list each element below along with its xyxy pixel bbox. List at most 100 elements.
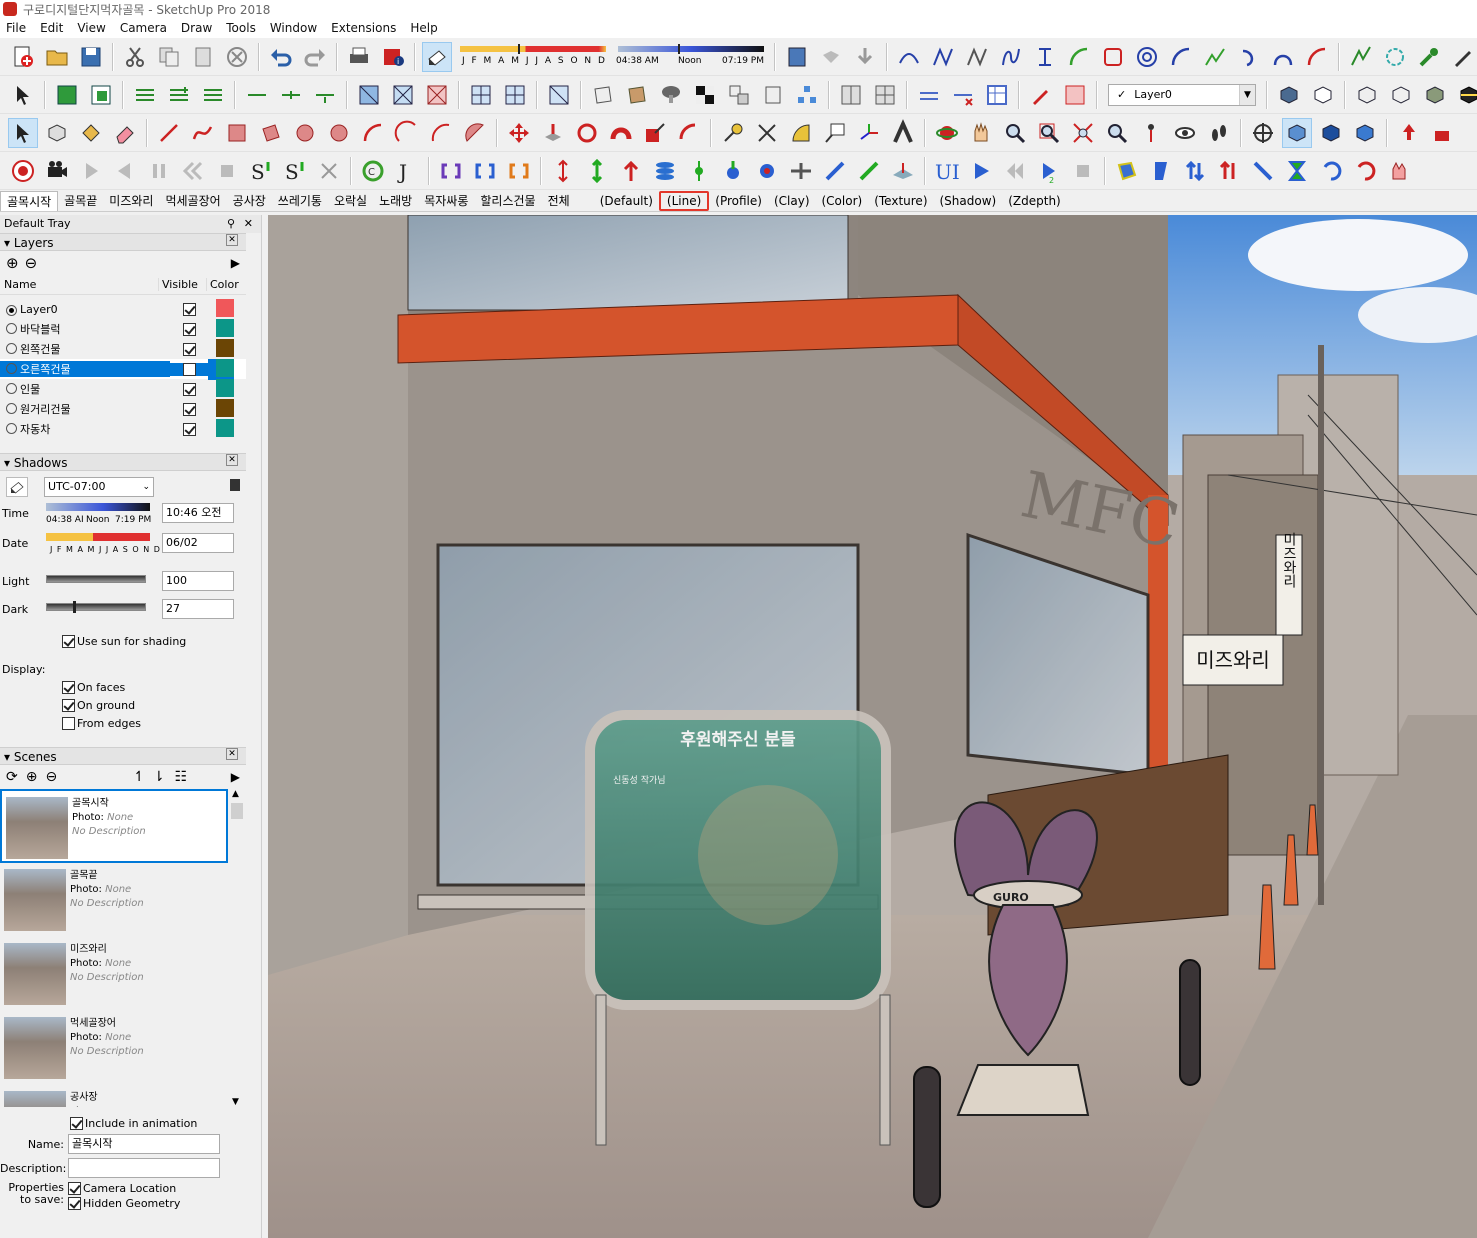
step-icon[interactable]: 2 bbox=[1034, 156, 1064, 186]
dim-2-icon[interactable] bbox=[948, 80, 978, 110]
tab-style-shadow[interactable]: (Shadow) bbox=[934, 191, 1003, 211]
pivot-icon[interactable] bbox=[684, 156, 714, 186]
layer-row[interactable]: Layer0 bbox=[0, 298, 246, 319]
pencil-red-icon[interactable] bbox=[1026, 80, 1056, 110]
wrench-icon[interactable] bbox=[1414, 42, 1444, 72]
rotate-tool-icon[interactable] bbox=[572, 118, 602, 148]
scene-list-item[interactable]: 골목끝 Photo: None No Description bbox=[0, 863, 228, 937]
curve-tool-2-icon[interactable] bbox=[928, 42, 958, 72]
explode-icon[interactable] bbox=[86, 80, 116, 110]
layer-visible-checkbox[interactable] bbox=[182, 322, 196, 336]
print-icon[interactable] bbox=[344, 42, 374, 72]
monochrome-icon[interactable] bbox=[1454, 80, 1477, 110]
move-down-icon[interactable]: ⇂ bbox=[153, 769, 165, 785]
close-icon[interactable]: ✕ bbox=[226, 234, 238, 246]
layer-name[interactable]: 원거리건물 bbox=[0, 401, 170, 417]
tag-yellow-icon[interactable] bbox=[1112, 156, 1142, 186]
protractor-icon[interactable] bbox=[786, 118, 816, 148]
link-orange-icon[interactable] bbox=[504, 156, 534, 186]
push-pull-icon[interactable] bbox=[538, 118, 568, 148]
eraser-icon[interactable] bbox=[110, 118, 140, 148]
rotate-red-icon[interactable] bbox=[1350, 156, 1380, 186]
scroll-down-icon[interactable]: ▼ bbox=[232, 1097, 239, 1107]
top-view-icon[interactable] bbox=[1308, 80, 1338, 110]
spiral-icon[interactable] bbox=[1132, 42, 1162, 72]
section-box-2-icon[interactable] bbox=[388, 80, 418, 110]
tab-scene-mokja[interactable]: 목자싸롱 bbox=[418, 191, 474, 211]
section-plane-icon[interactable] bbox=[1248, 118, 1278, 148]
active-layer-radio[interactable] bbox=[6, 343, 17, 354]
polygon-icon[interactable] bbox=[1380, 42, 1410, 72]
align-right-icon[interactable] bbox=[198, 80, 228, 110]
stop-gray-icon[interactable] bbox=[1068, 156, 1098, 186]
rewind-icon[interactable] bbox=[110, 156, 140, 186]
paint-bucket-icon[interactable] bbox=[76, 118, 106, 148]
s-up-icon[interactable]: S bbox=[246, 156, 276, 186]
align-center-icon[interactable] bbox=[164, 80, 194, 110]
xray-icon[interactable] bbox=[1352, 80, 1382, 110]
layer-color-swatch[interactable] bbox=[216, 398, 234, 417]
zoom-extents-icon[interactable] bbox=[1068, 118, 1098, 148]
rewind-gray-icon[interactable] bbox=[1000, 156, 1030, 186]
arc-2pt-icon[interactable] bbox=[392, 118, 422, 148]
curve-tool-1-icon[interactable] bbox=[894, 42, 924, 72]
previous-view-icon[interactable] bbox=[1102, 118, 1132, 148]
look-around-icon[interactable] bbox=[1170, 118, 1200, 148]
section-box-1-icon[interactable] bbox=[354, 80, 384, 110]
circle-tool-icon[interactable] bbox=[290, 118, 320, 148]
tab-scene-construction[interactable]: 공사장 bbox=[227, 191, 272, 211]
undo-icon[interactable] bbox=[266, 42, 296, 72]
rotate-blue-icon[interactable] bbox=[1316, 156, 1346, 186]
flag-blue-icon[interactable] bbox=[1146, 156, 1176, 186]
layer-visible-checkbox[interactable] bbox=[182, 342, 196, 356]
redo-icon[interactable] bbox=[300, 42, 330, 72]
scenes-panel-header[interactable]: ▾ Scenes ✕ bbox=[0, 747, 246, 765]
freehand-icon[interactable] bbox=[188, 118, 218, 148]
swap-arrows-icon[interactable] bbox=[1180, 156, 1210, 186]
scroll-up-icon[interactable]: ▲ bbox=[232, 789, 239, 799]
shadows-panel-header[interactable]: ▾ Shadows ✕ bbox=[0, 453, 246, 471]
layer-visible-checkbox[interactable] bbox=[182, 302, 196, 316]
copy-icon[interactable] bbox=[154, 42, 184, 72]
3d-warehouse-icon[interactable] bbox=[816, 42, 846, 72]
mushroom-icon[interactable] bbox=[656, 80, 686, 110]
scene-list-item[interactable]: 미즈와리 Photo: None No Description bbox=[0, 937, 228, 1011]
curve-tool-4-icon[interactable] bbox=[996, 42, 1026, 72]
axes-tool-icon[interactable] bbox=[854, 118, 884, 148]
tab-scene-arcade[interactable]: 오락실 bbox=[328, 191, 373, 211]
hook-icon[interactable] bbox=[1234, 42, 1264, 72]
tab-scene-golmok-start[interactable]: 골목시작 bbox=[0, 190, 59, 211]
details-arrow-icon[interactable]: ▶ bbox=[231, 256, 240, 270]
menu-view[interactable]: View bbox=[71, 21, 113, 35]
arc-3pt-icon[interactable] bbox=[426, 118, 456, 148]
paste-icon[interactable] bbox=[188, 42, 218, 72]
pan-icon[interactable] bbox=[966, 118, 996, 148]
rectangle-tool-icon[interactable] bbox=[222, 118, 252, 148]
update-scene-icon[interactable]: ⟳ bbox=[6, 769, 18, 785]
double-arrow-green-icon[interactable] bbox=[582, 156, 612, 186]
panel-1-icon[interactable] bbox=[836, 80, 866, 110]
scene-list-item[interactable]: 공사장 Photo: None bbox=[0, 1085, 228, 1107]
servo-icon[interactable] bbox=[752, 156, 782, 186]
arc-tool-icon[interactable] bbox=[358, 118, 388, 148]
components-icon[interactable] bbox=[782, 42, 812, 72]
iso-view-icon[interactable] bbox=[1274, 80, 1304, 110]
walk-icon[interactable] bbox=[1204, 118, 1234, 148]
layer-row[interactable]: 오른쪽건물 bbox=[0, 358, 246, 380]
scene-list-item[interactable]: 골목시작 Photo: None No Description bbox=[0, 789, 228, 863]
camera-location-checkbox[interactable] bbox=[68, 1182, 81, 1195]
stack-icon[interactable] bbox=[1394, 118, 1424, 148]
layer-row[interactable]: 자동차 bbox=[0, 418, 246, 439]
dark-slider[interactable] bbox=[46, 601, 146, 613]
scene-desc-input[interactable] bbox=[68, 1158, 220, 1178]
layers-panel-header[interactable]: ▾ Layers ✕ bbox=[0, 233, 246, 251]
active-layer-radio[interactable] bbox=[6, 363, 17, 374]
dark-input[interactable]: 27 bbox=[162, 599, 234, 619]
on-ground-checkbox[interactable] bbox=[62, 699, 75, 712]
arc-red-icon[interactable] bbox=[1302, 42, 1332, 72]
checker-icon[interactable] bbox=[690, 80, 720, 110]
unstack-icon[interactable] bbox=[1428, 118, 1458, 148]
layer-color-swatch[interactable] bbox=[216, 298, 234, 317]
active-layer-radio[interactable] bbox=[6, 383, 17, 394]
light-input[interactable]: 100 bbox=[162, 571, 234, 591]
